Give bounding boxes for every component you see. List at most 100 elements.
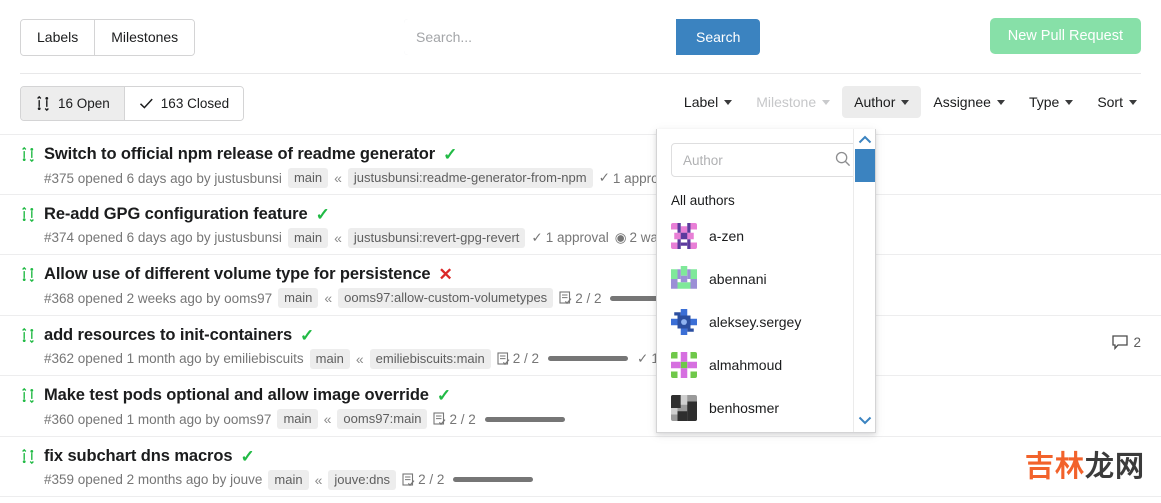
pr-meta-text: #362 opened 1 month ago by emiliebiscuit… [44,351,304,366]
chevron-down-icon [822,99,831,105]
table-row[interactable]: add resources to init-containers ✓ #362 … [0,316,1161,376]
pr-meta-text: #359 opened 2 months ago by jouve [44,472,263,487]
task-status: 2 / 2 [402,472,444,487]
avatar [671,394,697,421]
table-row[interactable]: Make test pods optional and allow image … [0,376,1161,437]
dropdown-scrollbar[interactable] [853,129,875,432]
status-ok-icon: ✓ [300,325,315,345]
status-ok-icon: ✓ [240,446,255,466]
list-item[interactable]: benhosmer [657,386,875,429]
head-branch: ooms97:main [337,409,428,429]
chevron-up-icon[interactable] [858,135,872,145]
filter-type-text: Type [1028,94,1060,110]
pull-request-icon [22,206,34,222]
status-ok-icon: ✓ [315,204,330,224]
state-filter-group: 16 Open 163 Closed [20,86,245,121]
author-search-input[interactable] [671,143,861,177]
table-row[interactable]: Switch to official npm release of readme… [0,134,1161,195]
list-item[interactable]: abennani [657,257,875,300]
task-label: 2 / 2 [512,351,540,366]
pr-meta-text: #374 opened 6 days ago by justusbunsi [44,230,282,245]
branch-arrow-icon: « [334,229,342,246]
check-icon: ✓ [598,170,610,185]
pr-title[interactable]: fix subchart dns macros [44,447,233,466]
filter-sort[interactable]: Sort [1085,86,1149,118]
watermark: 吉林龙网 [1025,443,1145,485]
search-icon [835,151,851,167]
filter-assignee[interactable]: Assignee [921,86,1017,118]
watermark-part-a: 吉林 [1024,449,1085,483]
pr-title[interactable]: add resources to init-containers [44,326,292,345]
check-icon: ✓ [637,350,649,366]
author-name: a-zen [709,227,745,244]
task-status: 2 / 2 [559,291,601,306]
pr-title[interactable]: Allow use of different volume type for p… [44,265,431,284]
check-icon [139,98,153,109]
list-item[interactable]: a-zen [657,214,875,257]
pull-request-icon [37,95,49,112]
chevron-down-icon [901,99,910,105]
tasklist-icon [559,291,572,305]
closed-state-button[interactable]: 163 Closed [124,87,244,120]
chevron-down-icon[interactable] [858,415,872,425]
filter-type[interactable]: Type [1017,86,1085,118]
head-branch: emiliebiscuits:main [369,348,491,369]
pr-title-line: Re-add GPG configuration feature ✓ [20,195,1161,224]
pull-request-icon [22,327,34,343]
pr-title-line: fix subchart dns macros ✓ [20,437,1161,466]
new-pull-request-label: New Pull Request [1007,28,1123,44]
list-item[interactable]: almahmoud [657,343,875,386]
tab-milestones[interactable]: Milestones [95,20,195,55]
approval-status: ✓ 1 approval [531,230,608,246]
tasklist-icon [497,351,510,365]
table-row[interactable]: Allow use of different volume type for p… [0,255,1161,316]
tasklist-icon [433,412,446,426]
list-item[interactable]: aleksey.sergey [657,300,875,343]
filter-label[interactable]: Label [672,86,744,118]
open-count-label: 16 Open [58,96,110,111]
pull-request-icon [22,448,34,464]
pr-meta-text: #360 opened 1 month ago by ooms97 [44,411,272,427]
pr-meta-text: #375 opened 6 days ago by justusbunsi [44,170,282,186]
task-label: 2 / 2 [575,290,602,306]
pr-title[interactable]: Re-add GPG configuration feature [44,205,308,224]
comment-count: 2 [1112,335,1141,350]
new-pull-request-button[interactable]: New Pull Request [989,18,1141,54]
pr-title-line: add resources to init-containers ✓ [20,316,1161,345]
avatar [671,351,697,378]
pr-meta: #359 opened 2 months ago by jouve main «… [44,469,1161,490]
status-ok-icon: ✓ [443,145,458,164]
table-row[interactable]: fix subchart dns macros ✓ #359 opened 2 … [0,437,1161,497]
tab-labels[interactable]: Labels [21,20,96,55]
pr-title[interactable]: Make test pods optional and allow image … [44,386,429,405]
pull-request-icon [22,266,34,283]
author-search-wrap [657,129,875,177]
filter-author[interactable]: Author [842,86,922,118]
base-branch: main [287,168,329,188]
chevron-down-icon [1129,99,1137,105]
scrollbar-thumb[interactable] [855,149,875,182]
search-input[interactable] [404,19,676,55]
base-branch: main [278,288,319,308]
filter-milestone[interactable]: Milestone [744,86,842,118]
comment-count-label: 2 [1133,334,1141,350]
pr-meta: #374 opened 6 days ago by justusbunsi ma… [44,227,1161,248]
top-bar: Labels Milestones Search New Pull Reques… [0,0,1161,74]
avatar [671,222,697,249]
author-name: aleksey.sergey [709,313,802,330]
task-progress-bar [453,477,534,482]
status-fail-icon: ✕ [438,265,453,284]
comment-icon [1112,334,1129,350]
table-row[interactable]: Re-add GPG configuration feature ✓ #374 … [0,195,1161,255]
pr-title[interactable]: Switch to official npm release of readme… [44,145,435,164]
branch-arrow-icon: « [324,290,333,306]
base-branch: main [309,348,350,369]
pr-title-line: Switch to official npm release of readme… [20,135,1161,164]
watermark-part-b: 龙网 [1084,449,1145,483]
search-button[interactable]: Search [676,19,761,55]
open-state-button[interactable]: 16 Open [21,87,125,120]
author-name: abennani [709,270,767,287]
filter-row: 16 Open 163 Closed Label Milestone Autho… [0,74,1161,134]
approval-label: 1 approval [545,230,609,245]
pr-meta-text: #368 opened 2 weeks ago by ooms97 [44,290,273,306]
